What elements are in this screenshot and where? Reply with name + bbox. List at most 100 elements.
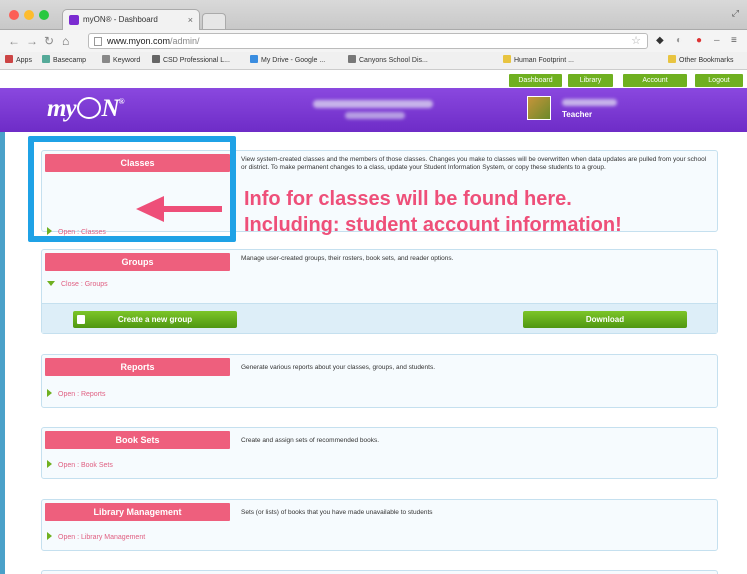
- top-nav: Dashboard Library Account Logout: [0, 71, 747, 88]
- extension-icon[interactable]: ◆: [656, 34, 664, 48]
- browser-tab-dashboard[interactable]: myON® - Dashboard ×: [62, 9, 200, 30]
- google-drive-icon: [250, 55, 258, 63]
- bookmark-item[interactable]: Human Footprint ...: [503, 55, 574, 67]
- myon-favicon-icon: [69, 15, 79, 25]
- extension-icon[interactable]: ◐: [676, 34, 682, 48]
- next-panel-partial: [41, 570, 718, 574]
- expand-arrow-icon: [47, 460, 52, 468]
- school-district-icon: [348, 55, 356, 63]
- library-link[interactable]: Library: [568, 74, 613, 87]
- groups-description: Manage user-created groups, their roster…: [241, 255, 454, 262]
- open-reports-link[interactable]: Open : Reports: [47, 389, 105, 398]
- open-reports-label: Open : Reports: [58, 391, 106, 398]
- screenshot-root: myON® - Dashboard × ⤢ ← → ↻ ⌂ www.myon.c…: [0, 0, 747, 574]
- create-group-button[interactable]: Create a new group: [73, 311, 237, 328]
- groups-action-bar: Create a new group Download: [42, 303, 717, 333]
- logout-link[interactable]: Logout: [695, 74, 743, 87]
- bookmark-label: My Drive - Google ...: [261, 57, 326, 64]
- extension-icon[interactable]: –: [714, 34, 720, 48]
- bookmark-item[interactable]: Other Bookmarks: [668, 55, 733, 67]
- book-sets-description: Create and assign sets of recommended bo…: [241, 437, 380, 444]
- account-link[interactable]: Account: [623, 74, 687, 87]
- library-management-panel: Library Management Sets (or lists) of bo…: [41, 499, 718, 551]
- address-bar-row: ← → ↻ ⌂ www.myon.com/admin/ ☆ ◆ ◐ ● – ≡: [0, 30, 747, 52]
- school-name-redacted: [345, 112, 405, 119]
- dashboard-link[interactable]: Dashboard: [509, 74, 562, 87]
- avatar[interactable]: [527, 96, 551, 120]
- bookmark-item[interactable]: Keyword: [102, 55, 140, 67]
- folder-icon: [503, 55, 511, 63]
- bookmark-label: Basecamp: [53, 57, 87, 64]
- bookmark-label: CSD Professional L...: [163, 57, 230, 64]
- download-label: Download: [585, 315, 625, 324]
- close-window-icon[interactable]: [9, 10, 19, 20]
- reports-header[interactable]: Reports: [45, 358, 230, 376]
- bookmarks-bar: Apps Basecamp Keyword CSD Professional L…: [0, 52, 747, 70]
- bookmark-item[interactable]: CSD Professional L...: [152, 55, 230, 67]
- expand-arrow-icon: [47, 389, 52, 397]
- open-book-sets-label: Open : Book Sets: [58, 462, 113, 469]
- annotation-arrow-line: [160, 206, 222, 212]
- bookmark-item[interactable]: My Drive - Google ...: [250, 55, 325, 67]
- open-book-sets-link[interactable]: Open : Book Sets: [47, 460, 113, 469]
- highlight-box: [28, 136, 236, 242]
- csd-icon: [152, 55, 160, 63]
- tab-title: myON® - Dashboard: [83, 15, 158, 24]
- myon-logo[interactable]: my N®: [47, 95, 125, 123]
- keyword-icon: [102, 55, 110, 63]
- groups-header[interactable]: Groups: [45, 253, 230, 271]
- bookmark-item[interactable]: Canyons School Dis...: [348, 55, 428, 67]
- fullscreen-icon[interactable]: ⤢: [732, 8, 739, 19]
- extension-icon[interactable]: ●: [696, 34, 702, 48]
- bookmark-label: Canyons School Dis...: [359, 57, 428, 64]
- url-input[interactable]: www.myon.com/admin/ ☆: [88, 33, 648, 49]
- bookmark-label: Other Bookmarks: [679, 57, 734, 64]
- home-icon[interactable]: ⌂: [62, 33, 69, 49]
- reports-description: Generate various reports about your clas…: [241, 364, 436, 371]
- library-management-header[interactable]: Library Management: [45, 503, 230, 521]
- expand-arrow-icon: [47, 532, 52, 540]
- download-button[interactable]: Download: [523, 311, 687, 328]
- library-management-description: Sets (or lists) of books that you have m…: [241, 509, 433, 516]
- bookmark-label: Human Footprint ...: [514, 57, 574, 64]
- classes-description: View system-created classes and the memb…: [241, 156, 707, 171]
- bookmark-item[interactable]: Basecamp: [42, 55, 86, 67]
- open-library-management-link[interactable]: Open : Library Management: [47, 532, 145, 541]
- basecamp-icon: [42, 55, 50, 63]
- bookmark-label: Apps: [16, 57, 32, 64]
- groups-panel: Groups Manage user-created groups, their…: [41, 249, 718, 334]
- bookmark-label: Keyword: [113, 57, 141, 64]
- book-sets-header[interactable]: Book Sets: [45, 431, 230, 449]
- bookmark-star-icon[interactable]: ☆: [631, 34, 641, 48]
- open-library-management-label: Open : Library Management: [58, 534, 146, 541]
- new-tab-button[interactable]: [202, 13, 226, 29]
- close-groups-label: Close : Groups: [61, 281, 108, 288]
- book-sets-panel: Book Sets Create and assign sets of reco…: [41, 427, 718, 479]
- apps-icon: [5, 55, 13, 63]
- annotation-text-line2: Including: student account information!: [244, 214, 622, 236]
- annotation-text-line1: Info for classes will be found here.: [244, 188, 572, 210]
- menu-icon[interactable]: ≡: [731, 34, 737, 48]
- bookmark-item[interactable]: Apps: [5, 55, 32, 67]
- collapse-arrow-icon: [47, 281, 55, 286]
- url-host: www.myon.com: [107, 36, 171, 46]
- tab-close-icon[interactable]: ×: [188, 10, 193, 30]
- minimize-window-icon[interactable]: [24, 10, 34, 20]
- user-name-redacted: [562, 99, 617, 106]
- browser-tab-strip: myON® - Dashboard × ⤢: [0, 0, 747, 30]
- annotation-arrow-head-icon: [136, 196, 164, 222]
- user-role: Teacher: [562, 110, 593, 119]
- maximize-window-icon[interactable]: [39, 10, 49, 20]
- create-group-label: Create a new group: [117, 315, 193, 324]
- close-groups-link[interactable]: Close : Groups: [47, 281, 108, 288]
- page-icon: [94, 37, 102, 46]
- add-group-icon: [77, 315, 85, 324]
- folder-icon: [668, 55, 676, 63]
- reports-panel: Reports Generate various reports about y…: [41, 354, 718, 408]
- reload-icon[interactable]: ↻: [44, 33, 54, 49]
- forward-arrow-icon[interactable]: →: [26, 33, 38, 49]
- site-header: my N® Teacher: [0, 88, 747, 132]
- school-name-redacted: [313, 100, 433, 108]
- url-path: /admin/: [170, 36, 200, 46]
- back-arrow-icon[interactable]: ←: [8, 33, 20, 49]
